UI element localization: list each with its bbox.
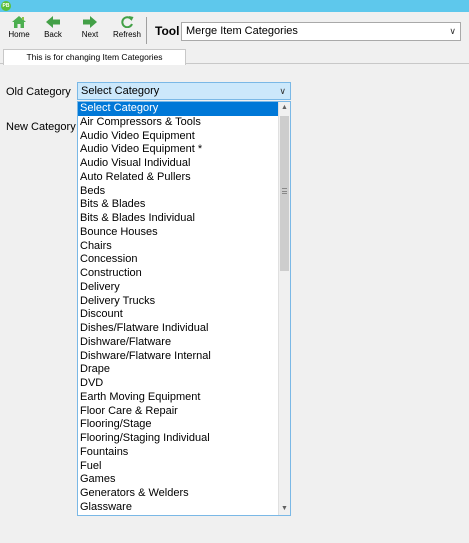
category-dropdown-list[interactable]: Select Category Air Compressors & Tools … [77,101,291,516]
tab-strip: This is for changing Item Categories [0,48,469,65]
dropdown-item[interactable]: Earth Moving Equipment [78,391,279,405]
dropdown-item[interactable]: Auto Related & Pullers [78,171,279,185]
dropdown-item[interactable]: Dishware/Flatware Internal [78,350,279,364]
dropdown-item[interactable]: Bits & Blades Individual [78,212,279,226]
dropdown-item[interactable]: Bits & Blades [78,198,279,212]
dropdown-item[interactable]: Discount [78,308,279,322]
old-category-select[interactable]: Select Category ∨ [77,82,291,100]
dropdown-scrollbar[interactable]: ▲ ▼ [278,102,290,515]
dropdown-item[interactable]: Audio Video Equipment [78,130,279,144]
tool-select[interactable]: Merge Item Categories ∨ [181,22,461,41]
chevron-down-icon: ∨ [279,86,286,96]
dropdown-item[interactable]: Flooring/Staging Individual [78,432,279,446]
back-arrow-icon [46,16,60,28]
back-button-label: Back [44,30,62,39]
dropdown-item[interactable]: Fountains [78,446,279,460]
dropdown-item[interactable]: Delivery Trucks [78,295,279,309]
dropdown-item[interactable]: Concession [78,253,279,267]
scroll-down-icon[interactable]: ▼ [279,503,290,515]
app-logo-icon: PB [1,1,11,11]
dropdown-item[interactable]: Floor Care & Repair [78,405,279,419]
next-arrow-icon [83,16,97,28]
next-button[interactable]: Next [76,13,104,46]
dropdown-item[interactable]: Audio Video Equipment * [78,143,279,157]
dropdown-item[interactable]: Select Category [78,102,279,116]
next-button-label: Next [81,30,99,39]
dropdown-item[interactable]: Drape [78,363,279,377]
home-button-label: Home [8,30,30,39]
tab-label: This is for changing Item Categories [26,52,163,62]
home-icon [12,16,26,28]
dropdown-item[interactable]: Flooring/Stage [78,418,279,432]
chevron-down-icon: ∨ [449,26,456,36]
new-category-label: New Category [6,121,76,133]
tool-label: Tool [155,24,180,38]
dropdown-item[interactable]: Beds [78,185,279,199]
dropdown-items: Select Category Air Compressors & Tools … [78,102,279,515]
back-button[interactable]: Back [38,13,68,46]
dropdown-item[interactable]: Dishes/Flatware Individual [78,322,279,336]
dropdown-item[interactable]: Games [78,473,279,487]
refresh-button-label: Refresh [112,30,141,39]
old-category-value: Select Category [81,85,160,97]
home-button[interactable]: Home [4,13,34,46]
dropdown-item[interactable]: Air Compressors & Tools [78,116,279,130]
dropdown-item[interactable]: Generators & Welders [78,487,279,501]
dropdown-item[interactable]: Delivery [78,281,279,295]
scroll-up-icon[interactable]: ▲ [279,102,290,114]
title-bar: PB [0,0,469,12]
dropdown-item[interactable]: Audio Visual Individual [78,157,279,171]
grip-icon [282,188,287,194]
dropdown-item[interactable]: Dishware/Flatware [78,336,279,350]
tab-change-item-categories[interactable]: This is for changing Item Categories [3,49,186,65]
toolbar: Home Back Next Refresh Tool Merge Item C… [0,12,469,48]
tool-select-value: Merge Item Categories [186,25,298,37]
scrollbar-thumb[interactable] [280,116,289,271]
dropdown-item[interactable]: DVD [78,377,279,391]
dropdown-item[interactable]: Construction [78,267,279,281]
dropdown-item[interactable]: Fuel [78,460,279,474]
dropdown-item[interactable]: Chairs [78,240,279,254]
refresh-button[interactable]: Refresh [110,13,144,46]
refresh-icon [120,16,133,28]
toolbar-divider [146,17,147,44]
dropdown-item[interactable]: Bounce Houses [78,226,279,240]
dropdown-item[interactable]: Glassware [78,501,279,515]
old-category-label: Old Category [6,86,71,98]
